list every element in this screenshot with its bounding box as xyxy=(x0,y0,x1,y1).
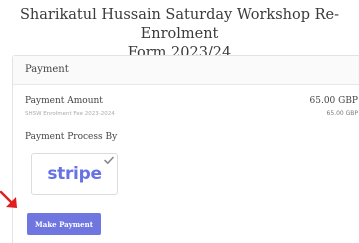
form-title-line-1: Sharikatul Hussain Saturday Workshop Re-… xyxy=(20,7,339,42)
line-item-value: 65.00 GBP xyxy=(326,110,358,117)
payment-amount-row: Payment Amount 65.00 GBP xyxy=(25,96,358,106)
payment-process-label: Payment Process By xyxy=(25,132,118,142)
payment-panel-header: Payment xyxy=(13,56,359,85)
line-item-label: SHSW Enrolment Fee 2023-2024 xyxy=(25,111,115,117)
line-item-row: SHSW Enrolment Fee 2023-2024 65.00 GBP xyxy=(25,110,358,117)
payment-amount-label: Payment Amount xyxy=(25,96,103,106)
stripe-logo: stripe xyxy=(47,164,102,184)
stripe-gateway-option[interactable]: stripe xyxy=(31,153,118,195)
check-icon xyxy=(104,156,114,164)
arrow-icon xyxy=(0,190,17,208)
make-payment-button[interactable]: Make Payment xyxy=(27,213,101,235)
payment-amount-value: 65.00 GBP xyxy=(309,96,359,106)
